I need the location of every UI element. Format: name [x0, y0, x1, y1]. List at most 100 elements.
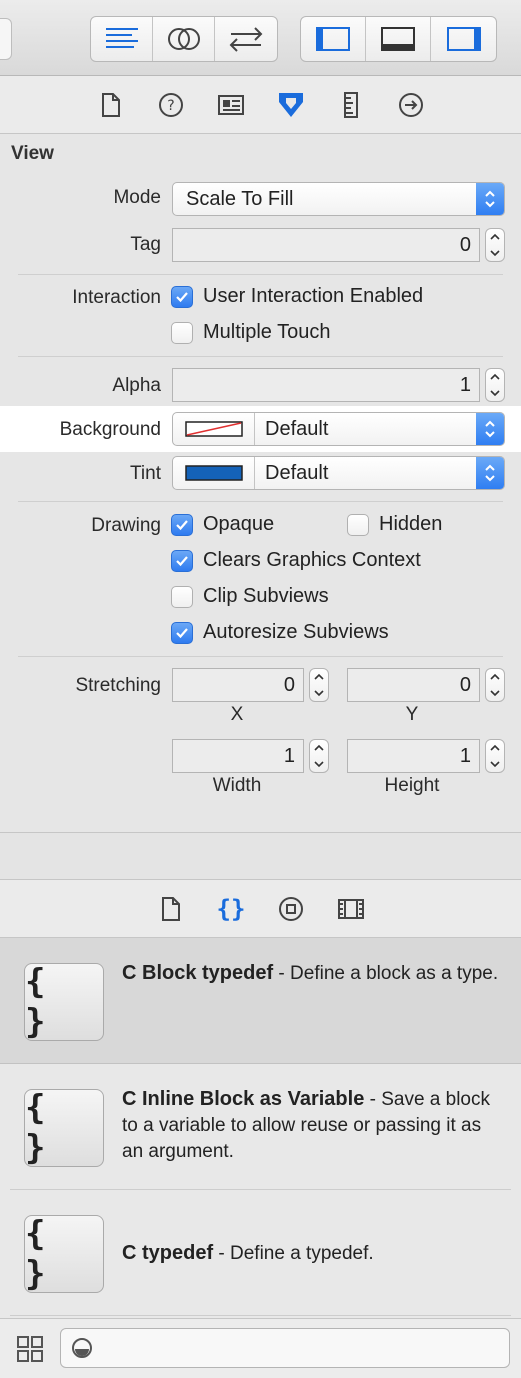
assistant-editor-button[interactable]: [153, 17, 215, 61]
y-label: Y: [405, 704, 419, 725]
alpha-field[interactable]: 1: [172, 368, 480, 402]
stepper-down-icon: [314, 690, 324, 697]
tab-attributes-inspector[interactable]: [276, 90, 306, 120]
tab-connections-inspector[interactable]: [396, 90, 426, 120]
tag-field[interactable]: 0: [172, 228, 480, 262]
background-value: Default: [265, 417, 329, 440]
tab-file-templates[interactable]: [156, 894, 186, 924]
stepper-down-icon: [490, 250, 500, 257]
interaction-label: Interaction: [72, 287, 161, 308]
toolbar: [0, 0, 521, 76]
stepper-up-icon: [490, 373, 500, 380]
attributes-arrow-icon: [278, 92, 303, 117]
stretch-y-stepper[interactable]: [485, 668, 505, 702]
checkmark-icon: [171, 513, 193, 536]
tag-label: Tag: [130, 234, 161, 255]
stepper-down-icon: [490, 690, 500, 697]
list-item-desc: - Define a block as a type.: [273, 963, 499, 984]
popup-arrows-icon: [476, 457, 504, 489]
mode-value: Scale To Fill: [186, 187, 294, 210]
divider: [18, 356, 503, 357]
mode-popup[interactable]: Scale To Fill: [172, 182, 505, 216]
multiple-touch-checkbox[interactable]: Multiple Touch: [171, 321, 330, 344]
stretching-label: Stretching: [75, 675, 161, 696]
bottom-panel-icon: [381, 27, 415, 51]
id-card-icon: [217, 94, 244, 115]
utilities-panel-button[interactable]: [431, 17, 496, 61]
tint-color-popup[interactable]: Default: [172, 456, 505, 490]
stretch-height-stepper[interactable]: [485, 739, 505, 773]
tint-label: Tint: [130, 463, 161, 484]
empty-checkbox-icon: [171, 585, 193, 608]
tab-code-snippets[interactable]: {}: [216, 894, 246, 924]
svg-text:?: ?: [167, 98, 174, 114]
mode-label: Mode: [113, 187, 161, 208]
grid-view-icon[interactable]: [16, 1335, 44, 1363]
question-mark-icon: ?: [158, 92, 183, 117]
tint-swatch[interactable]: [173, 457, 255, 489]
empty-checkbox-icon: [347, 513, 369, 536]
tab-objects[interactable]: [276, 894, 306, 924]
stepper-up-icon: [314, 673, 324, 680]
tab-size-inspector[interactable]: [336, 90, 366, 120]
tab-media[interactable]: [336, 894, 366, 924]
checkmark-icon: [171, 621, 193, 644]
checkmark-icon: [171, 549, 193, 572]
list-separator: [10, 1315, 511, 1316]
alpha-stepper[interactable]: [485, 368, 505, 402]
clip-subviews-checkbox[interactable]: Clip Subviews: [171, 585, 329, 608]
version-editor-button[interactable]: [215, 17, 277, 61]
clears-graphics-label: Clears Graphics Context: [203, 549, 421, 571]
stretch-width-field[interactable]: 1: [172, 739, 304, 773]
text-lines-icon: [105, 28, 138, 48]
drawing-label: Drawing: [91, 515, 161, 536]
background-color-popup[interactable]: Default: [172, 412, 505, 446]
divider: [18, 274, 503, 275]
no-color-swatch-icon: [184, 421, 243, 437]
list-item-text: C Block typedef - Define a block as a ty…: [122, 960, 502, 987]
object-circle-icon: [278, 896, 303, 921]
list-item-text: C typedef - Define a typedef.: [122, 1240, 502, 1267]
code-snippet-icon: { }: [24, 962, 104, 1042]
background-label: Background: [59, 419, 161, 440]
stepper-up-icon: [490, 744, 500, 751]
stepper-up-icon: [314, 744, 324, 751]
list-item[interactable]: { } C Block typedef - Define a block as …: [0, 938, 521, 1064]
popup-arrows-icon: [476, 413, 504, 445]
stepper-down-icon: [490, 761, 500, 768]
background-swatch[interactable]: [173, 413, 255, 445]
stretch-height-field[interactable]: 1: [347, 739, 480, 773]
opaque-checkbox[interactable]: Opaque: [171, 513, 274, 536]
stretch-x-field[interactable]: 0: [172, 668, 304, 702]
clears-graphics-checkbox[interactable]: Clears Graphics Context: [171, 549, 421, 572]
width-label: Width: [212, 775, 262, 796]
multiple-touch-label: Multiple Touch: [203, 321, 331, 343]
user-interaction-checkbox[interactable]: User Interaction Enabled: [171, 285, 423, 308]
stretch-width-stepper[interactable]: [309, 739, 329, 773]
opaque-label: Opaque: [203, 513, 275, 535]
navigator-panel-button[interactable]: [301, 17, 366, 61]
tab-file-inspector[interactable]: [96, 90, 126, 120]
view-attributes-section: View Mode Scale To Fill Tag 0 Interactio…: [0, 134, 521, 832]
x-label: X: [230, 704, 244, 725]
filter-bar: [0, 1318, 521, 1378]
stepper-up-icon: [490, 673, 500, 680]
stretch-x-stepper[interactable]: [309, 668, 329, 702]
document-icon: [101, 92, 120, 117]
stretch-y-field[interactable]: 0: [347, 668, 480, 702]
divider: [18, 656, 503, 657]
tag-stepper[interactable]: [485, 228, 505, 262]
filter-input[interactable]: [60, 1328, 510, 1368]
swap-arrows-icon: [229, 27, 263, 52]
standard-editor-button[interactable]: [91, 17, 153, 61]
autoresize-subviews-checkbox[interactable]: Autoresize Subviews: [171, 621, 389, 644]
list-item[interactable]: { } C Inline Block as Variable - Save a …: [0, 1064, 521, 1190]
section-title: View: [11, 143, 54, 164]
clip-subviews-label: Clip Subviews: [203, 585, 329, 607]
height-label: Height: [384, 775, 440, 796]
tab-quick-help[interactable]: ?: [156, 90, 186, 120]
list-item[interactable]: { } C typedef - Define a typedef.: [0, 1190, 521, 1316]
debug-area-button[interactable]: [366, 17, 431, 61]
tab-identity-inspector[interactable]: [216, 90, 246, 120]
hidden-checkbox[interactable]: Hidden: [347, 513, 442, 536]
